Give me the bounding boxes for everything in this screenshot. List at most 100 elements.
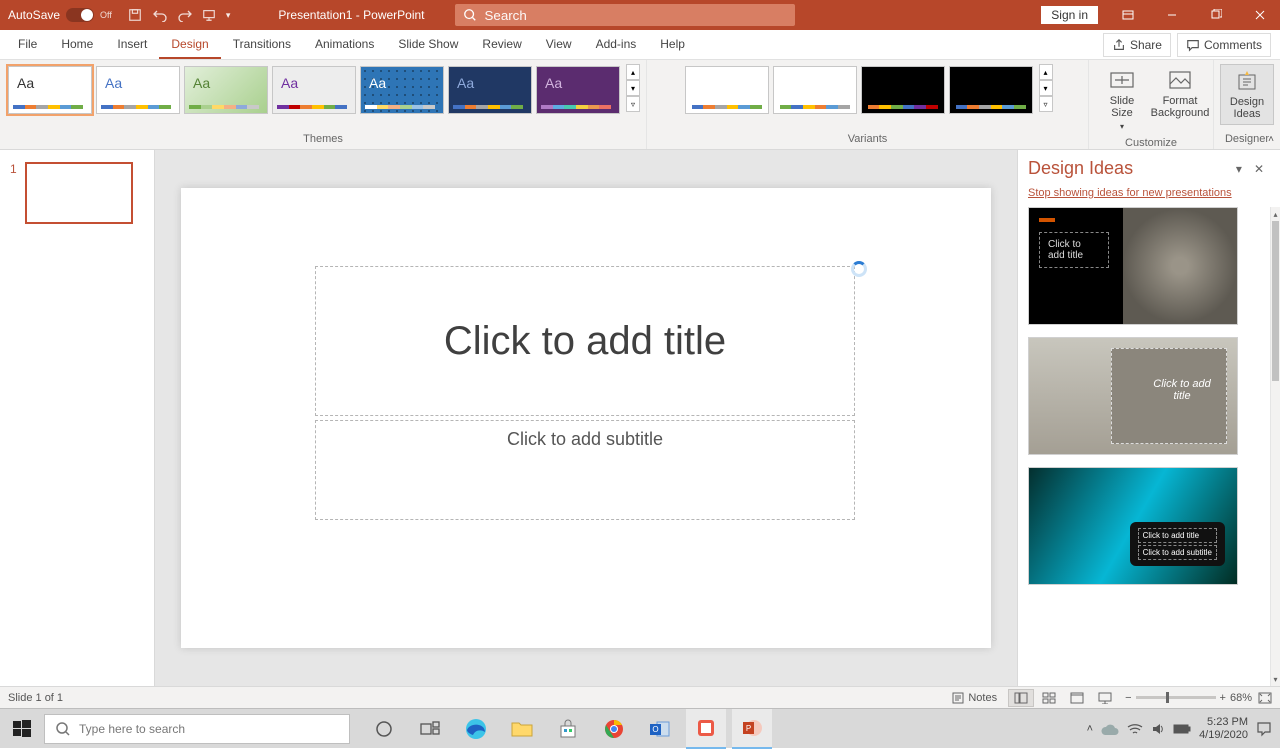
taskbar-search[interactable]: Type here to search: [44, 714, 350, 744]
variant-thumb[interactable]: [949, 66, 1033, 114]
notes-button[interactable]: Notes: [952, 692, 997, 704]
pane-title: Design Ideas: [1028, 158, 1230, 179]
gallery-down-icon[interactable]: ▾: [1039, 80, 1053, 96]
search-box[interactable]: [455, 4, 795, 26]
autosave-toggle[interactable]: AutoSave Off: [0, 8, 120, 22]
autosave-state: Off: [100, 10, 112, 20]
screenrec-icon[interactable]: [686, 709, 726, 749]
design-idea-item[interactable]: Click to add title: [1028, 337, 1238, 455]
gallery-down-icon[interactable]: ▾: [626, 80, 640, 96]
variant-thumb[interactable]: [685, 66, 769, 114]
theme-thumb[interactable]: Aa: [272, 66, 356, 114]
subtitle-placeholder[interactable]: Click to add subtitle: [315, 420, 855, 520]
gallery-up-icon[interactable]: ▴: [1039, 64, 1053, 80]
variant-thumb[interactable]: [861, 66, 945, 114]
clock[interactable]: 5:23 PM 4/19/2020: [1199, 716, 1248, 740]
search-input[interactable]: [485, 8, 787, 23]
pane-scrollbar[interactable]: ▴ ▾: [1270, 207, 1280, 686]
scroll-up-icon[interactable]: ▴: [1271, 207, 1280, 221]
pane-close-icon[interactable]: ✕: [1248, 162, 1270, 176]
zoom-in-button[interactable]: +: [1220, 692, 1226, 704]
cortana-icon[interactable]: [364, 709, 404, 749]
theme-thumb[interactable]: Aa: [536, 66, 620, 114]
variant-thumb[interactable]: [773, 66, 857, 114]
theme-thumb[interactable]: Aa: [96, 66, 180, 114]
system-tray: ˄ 5:23 PM 4/19/2020: [1079, 716, 1280, 740]
wifi-icon[interactable]: [1127, 723, 1143, 735]
tab-design[interactable]: Design: [159, 31, 220, 59]
tab-transitions[interactable]: Transitions: [221, 31, 303, 59]
design-idea-item[interactable]: Click to add title: [1028, 207, 1238, 325]
theme-thumb[interactable]: Aa: [360, 66, 444, 114]
design-idea-item[interactable]: Click to add title Click to add subtitle: [1028, 467, 1238, 585]
zoom-out-button[interactable]: −: [1125, 692, 1131, 704]
tab-help[interactable]: Help: [648, 31, 697, 59]
minimize-button[interactable]: [1152, 0, 1192, 30]
theme-thumb[interactable]: Aa: [184, 66, 268, 114]
tab-review[interactable]: Review: [470, 31, 533, 59]
idea-subtitle-text: Click to add subtitle: [1138, 545, 1217, 560]
tab-add-ins[interactable]: Add-ins: [584, 31, 649, 59]
scroll-thumb[interactable]: [1272, 221, 1279, 381]
format-background-button[interactable]: Format Background: [1153, 64, 1207, 123]
chrome-icon[interactable]: [594, 709, 634, 749]
tray-up-icon[interactable]: ˄: [1087, 723, 1093, 735]
scroll-down-icon[interactable]: ▾: [1271, 672, 1280, 686]
explorer-icon[interactable]: [502, 709, 542, 749]
gallery-more-icon[interactable]: ▿: [626, 96, 640, 112]
zoom-level[interactable]: 68%: [1230, 692, 1252, 704]
gallery-up-icon[interactable]: ▴: [626, 64, 640, 80]
themes-gallery[interactable]: AaAaAaAaAaAaAa: [6, 64, 622, 116]
tab-insert[interactable]: Insert: [105, 31, 159, 59]
gallery-more-icon[interactable]: ▿: [1039, 96, 1053, 112]
comments-button[interactable]: Comments: [1177, 33, 1271, 57]
sorter-view-button[interactable]: [1036, 689, 1062, 707]
reading-view-button[interactable]: [1064, 689, 1090, 707]
battery-icon[interactable]: [1173, 724, 1191, 734]
powerpoint-icon[interactable]: P: [732, 709, 772, 749]
notifications-icon[interactable]: [1256, 721, 1272, 737]
tab-view[interactable]: View: [534, 31, 584, 59]
tab-slide-show[interactable]: Slide Show: [386, 31, 470, 59]
title-placeholder[interactable]: Click to add title: [315, 266, 855, 416]
slideshow-view-button[interactable]: [1092, 689, 1118, 707]
present-icon[interactable]: [202, 8, 216, 22]
variants-gallery-scroll[interactable]: ▴ ▾ ▿: [1039, 64, 1053, 112]
tab-file[interactable]: File: [6, 31, 49, 59]
scroll-track[interactable]: [1271, 221, 1280, 672]
sign-in-button[interactable]: Sign in: [1041, 6, 1098, 24]
qat-more-icon[interactable]: ▾: [226, 10, 231, 21]
onedrive-icon[interactable]: [1101, 723, 1119, 735]
document-title: Presentation1 - PowerPoint: [278, 8, 424, 22]
variants-gallery[interactable]: [683, 64, 1035, 116]
share-button[interactable]: Share: [1103, 33, 1171, 57]
collapse-ribbon-icon[interactable]: ˄: [1268, 134, 1274, 145]
tab-animations[interactable]: Animations: [303, 31, 386, 59]
ribbon-display-options[interactable]: [1108, 0, 1148, 30]
slide-size-button[interactable]: Slide Size ▾: [1095, 64, 1149, 135]
task-view-icon[interactable]: [410, 709, 450, 749]
themes-gallery-scroll[interactable]: ▴ ▾ ▿: [626, 64, 640, 112]
slide-canvas[interactable]: Click to add title Click to add subtitle: [155, 150, 1017, 686]
undo-icon[interactable]: [152, 8, 168, 22]
maximize-button[interactable]: [1196, 0, 1236, 30]
close-button[interactable]: [1240, 0, 1280, 30]
stop-showing-link[interactable]: Stop showing ideas for new presentations: [1018, 187, 1280, 207]
zoom-slider[interactable]: [1136, 696, 1216, 699]
store-icon[interactable]: [548, 709, 588, 749]
normal-view-button[interactable]: [1008, 689, 1034, 707]
save-icon[interactable]: [128, 8, 142, 22]
pane-options-icon[interactable]: ▾: [1230, 162, 1248, 176]
share-label: Share: [1130, 38, 1162, 52]
slide-thumbnail[interactable]: 1: [10, 162, 144, 224]
fit-to-window-button[interactable]: [1258, 692, 1272, 704]
start-button[interactable]: [0, 709, 44, 749]
theme-thumb[interactable]: Aa: [448, 66, 532, 114]
outlook-icon[interactable]: O: [640, 709, 680, 749]
edge-icon[interactable]: [456, 709, 496, 749]
theme-thumb[interactable]: Aa: [8, 66, 92, 114]
volume-icon[interactable]: [1151, 722, 1165, 736]
design-ideas-button[interactable]: Design Ideas: [1220, 64, 1274, 125]
redo-icon[interactable]: [178, 8, 192, 22]
tab-home[interactable]: Home: [49, 31, 105, 59]
